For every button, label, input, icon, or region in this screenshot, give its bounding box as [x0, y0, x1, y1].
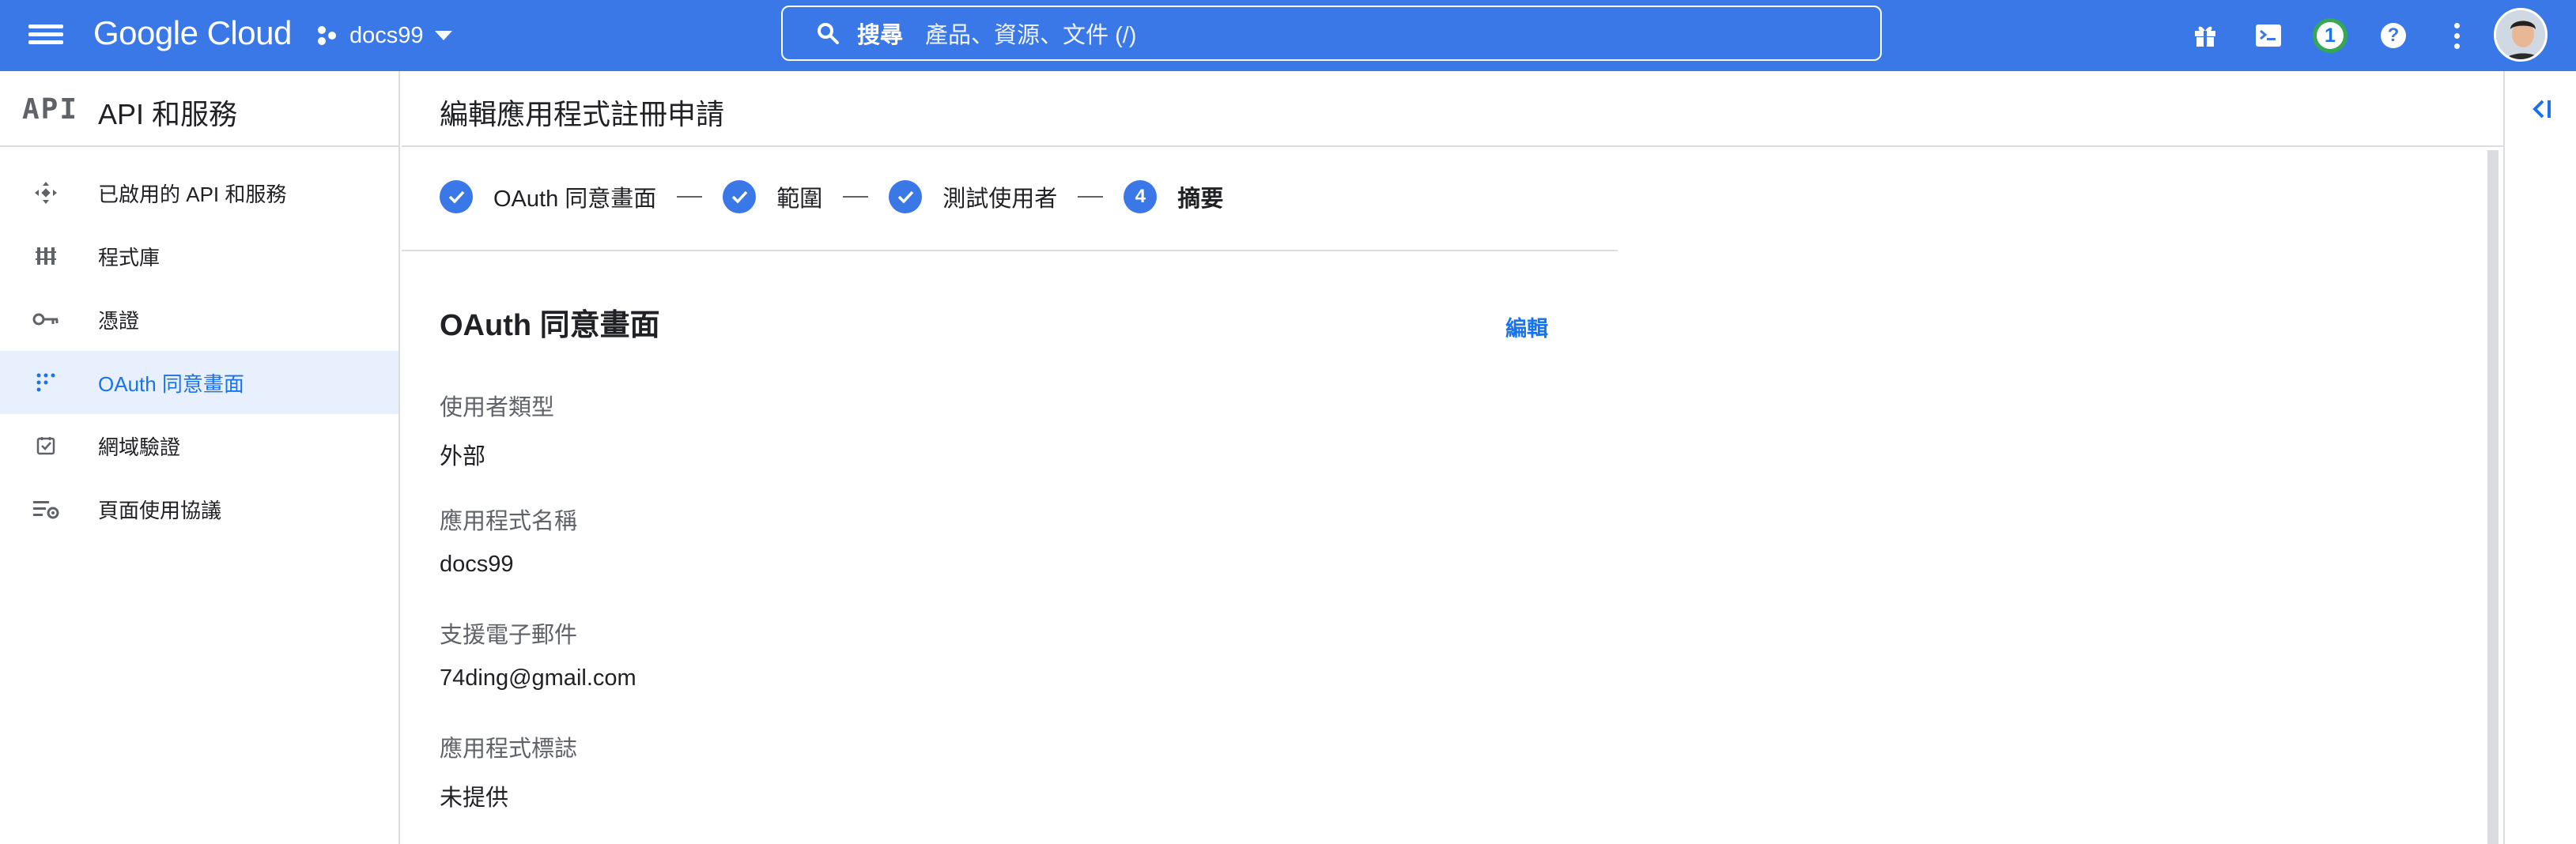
- oauth-grid-icon: [32, 370, 60, 395]
- field-value: 外部: [440, 444, 486, 469]
- chevron-down-icon: [434, 31, 452, 40]
- top-app-bar: Google Cloud docs99 搜尋 產品、資源、文件 (/) 1 ?: [0, 0, 2576, 71]
- field-label: 支援電子郵件: [440, 623, 578, 648]
- search-icon: [818, 23, 839, 44]
- step-label: 測試使用者: [942, 187, 1058, 212]
- google-cloud-logo[interactable]: Google Cloud: [93, 14, 292, 52]
- cloud-shell-icon[interactable]: [2250, 17, 2287, 54]
- sidebar-item-domain-verification[interactable]: 網域驗證: [0, 414, 398, 477]
- search-label: 搜尋: [857, 23, 904, 48]
- field-value: 74ding@gmail.com: [440, 665, 636, 691]
- step-summary[interactable]: 4 摘要: [1124, 180, 1223, 213]
- checkbox-icon: [32, 433, 60, 458]
- field-label: 應用程式名稱: [440, 509, 578, 534]
- api-logo: API: [22, 93, 79, 126]
- main-content: 編輯應用程式註冊申請 OAuth 同意畫面 範圍 測試使用者 4 摘要 OAut…: [402, 71, 2503, 844]
- sidebar-item-library[interactable]: 程式庫: [0, 224, 398, 288]
- check-icon: [440, 180, 473, 213]
- field-app-logo: 應用程式標誌 未提供: [440, 730, 577, 812]
- help-icon[interactable]: ?: [2375, 17, 2412, 54]
- sidebar-item-label: 憑證: [98, 308, 140, 333]
- search-bar[interactable]: 搜尋 產品、資源、文件 (/): [781, 6, 1882, 61]
- stepper: OAuth 同意畫面 範圍 測試使用者 4 摘要: [440, 179, 1223, 215]
- sidebar-item-credentials[interactable]: 憑證: [0, 288, 398, 351]
- step-oauth-consent[interactable]: OAuth 同意畫面: [440, 180, 656, 213]
- field-label: 應用程式標誌: [440, 737, 578, 762]
- project-picker[interactable]: docs99: [315, 17, 452, 54]
- field-label: 使用者類型: [440, 395, 555, 420]
- step-label: OAuth 同意畫面: [493, 187, 657, 212]
- project-icon: [318, 26, 336, 45]
- step-separator: [843, 196, 869, 198]
- more-vert-icon[interactable]: [2438, 17, 2475, 54]
- field-app-name: 應用程式名稱 docs99: [440, 503, 577, 578]
- sidebar-item-label: OAuth 同意畫面: [98, 371, 244, 396]
- page-title: 編輯應用程式註冊申請: [440, 98, 725, 130]
- sidebar-item-page-usage-agreements[interactable]: 頁面使用協議: [0, 477, 398, 541]
- step-separator: [1078, 196, 1104, 198]
- edit-button[interactable]: 編輯: [1505, 311, 1548, 342]
- right-rail: [2503, 71, 2576, 844]
- section-title: OAuth 同意畫面: [440, 309, 660, 342]
- sidebar-nav: 已啟用的 API 和服務 程式庫 憑證 OAuth 同意畫面 網域驗證 頁面使用…: [0, 161, 398, 541]
- search-placeholder: 產品、資源、文件 (/): [925, 23, 1137, 48]
- sidebar-item-oauth-consent[interactable]: OAuth 同意畫面: [0, 351, 398, 414]
- sidebar-item-label: 已啟用的 API 和服務: [98, 182, 287, 206]
- notifications-badge[interactable]: 1: [2312, 17, 2348, 54]
- menu-icon[interactable]: [28, 21, 63, 51]
- step-test-users[interactable]: 測試使用者: [889, 180, 1057, 213]
- sidebar-item-enabled-apis[interactable]: 已啟用的 API 和服務: [0, 161, 398, 224]
- project-name: docs99: [349, 22, 424, 48]
- sidebar-item-label: 頁面使用協議: [98, 498, 222, 522]
- check-icon: [723, 180, 757, 213]
- step-separator: [677, 196, 703, 198]
- sidebar-item-label: 網域驗證: [98, 435, 181, 459]
- collapse-panel-icon[interactable]: [2525, 93, 2557, 125]
- step-label: 範圍: [776, 187, 823, 212]
- scrollbar[interactable]: [2487, 150, 2499, 844]
- sidebar-header: API API 和服務: [0, 71, 398, 147]
- step-number: 4: [1124, 180, 1158, 213]
- library-icon: [32, 243, 60, 269]
- field-value: 未提供: [440, 786, 509, 811]
- field-user-type: 使用者類型 外部: [440, 389, 554, 471]
- key-icon: [32, 307, 60, 332]
- step-scopes[interactable]: 範圍: [723, 180, 822, 213]
- step-label: 摘要: [1177, 187, 1224, 212]
- sidebar-title: API 和服務: [98, 98, 238, 130]
- divider: [402, 250, 1618, 251]
- api-hub-icon: [32, 180, 60, 205]
- avatar[interactable]: [2494, 8, 2548, 62]
- field-value: docs99: [440, 552, 514, 577]
- check-icon: [889, 180, 923, 213]
- gift-icon[interactable]: [2187, 17, 2223, 54]
- sidebar-item-label: 程式庫: [98, 245, 161, 269]
- settings-list-icon: [32, 496, 60, 522]
- field-support-email: 支援電子郵件 74ding@gmail.com: [440, 616, 636, 691]
- page-header: 編輯應用程式註冊申請: [402, 71, 2503, 147]
- sidebar: API API 和服務 已啟用的 API 和服務 程式庫 憑證 OAuth 同意…: [0, 71, 400, 844]
